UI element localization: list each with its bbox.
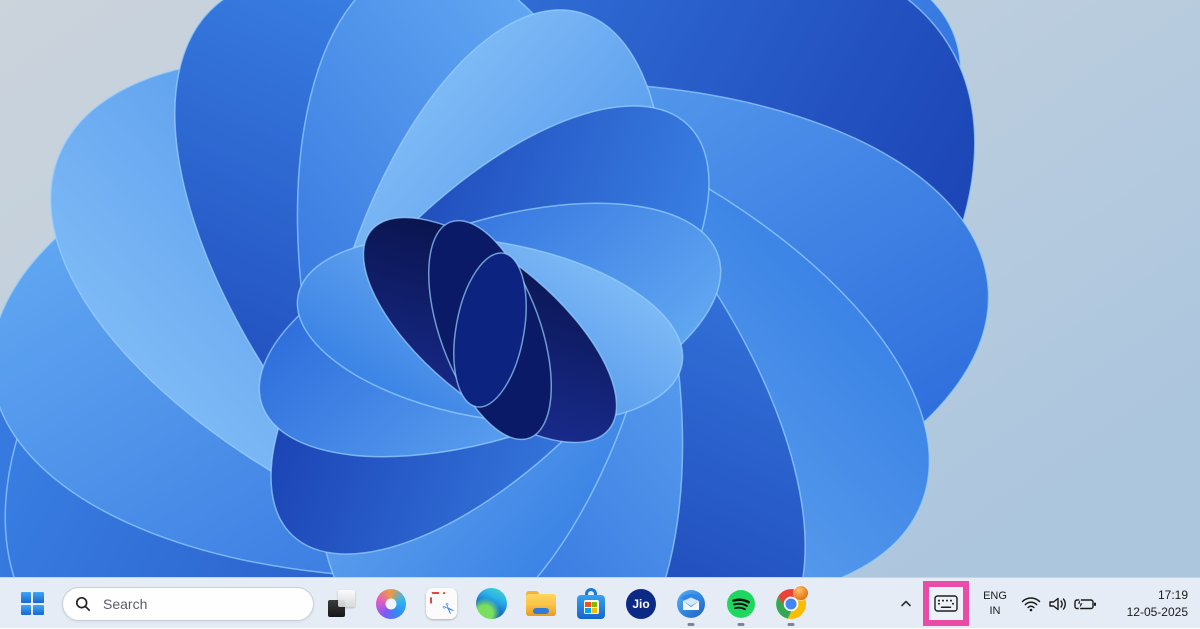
microsoft-store-icon [577,588,605,619]
wifi-icon [1021,596,1041,612]
taskbar-icon-microsoft-store[interactable] [566,578,616,629]
windows-logo-icon [21,592,44,615]
taskbar-icon-file-explorer[interactable] [516,578,566,629]
jio-icon: Jio [626,589,656,619]
wifi-button[interactable] [1017,588,1044,620]
annotation-highlight-box [923,581,969,626]
taskbar-icon-edge[interactable] [466,578,516,629]
volume-icon [1048,596,1068,612]
show-hidden-icons-button[interactable] [893,588,919,620]
chrome-profile-badge [794,586,808,600]
clock[interactable]: 17:19 12-05-2025 [1108,587,1188,619]
edge-icon [476,588,507,619]
touch-keyboard-icon [934,595,958,612]
taskbar-icon-spotify[interactable] [716,578,766,629]
copilot-icon [376,589,406,619]
volume-button[interactable] [1044,588,1071,620]
running-indicator [688,623,695,626]
search-icon [75,596,91,612]
taskbar: ✂ Jio [0,577,1200,628]
taskbar-icon-snipping-tool[interactable]: ✂ [416,578,466,629]
task-view-icon [328,590,355,617]
desktop-wallpaper-bloom [0,0,1200,577]
language-indicator[interactable]: ENG IN [977,589,1013,618]
battery-charging-icon [1073,597,1097,611]
taskbar-icon-thunderbird[interactable] [666,578,716,629]
spotify-icon [726,589,756,619]
start-button[interactable] [12,584,52,624]
file-explorer-icon [526,591,556,616]
desktop: ✂ Jio [0,0,1200,628]
language-line2: IN [977,604,1013,618]
taskbar-icon-copilot[interactable] [366,578,416,629]
search-box[interactable] [62,587,314,621]
clock-date: 12-05-2025 [1108,604,1188,620]
search-input[interactable] [101,595,285,613]
language-line1: ENG [977,589,1013,603]
chevron-up-icon [899,597,913,611]
clock-time: 17:19 [1108,587,1188,603]
taskbar-icon-jio[interactable]: Jio [616,578,666,629]
running-indicator [738,623,745,626]
thunderbird-icon [676,589,706,619]
battery-button[interactable] [1071,588,1098,620]
touch-keyboard-button[interactable] [931,589,961,619]
snipping-tool-icon: ✂ [426,588,457,619]
running-indicator [788,623,795,626]
task-view-button[interactable] [316,578,366,629]
taskbar-icon-chrome[interactable] [766,578,816,629]
